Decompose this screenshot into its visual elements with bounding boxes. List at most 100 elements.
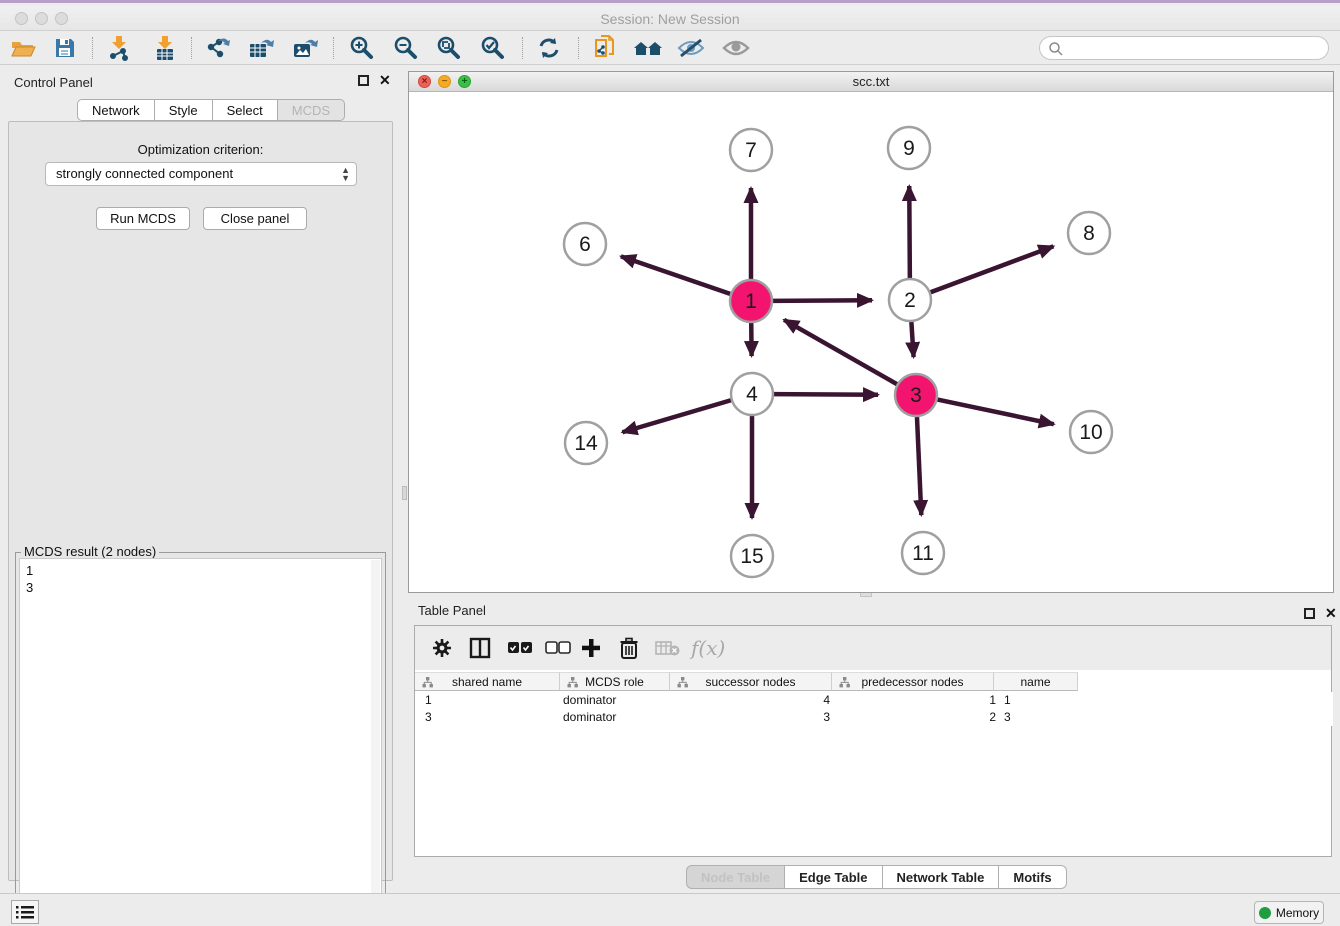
column-header-predecessor-nodes[interactable]: predecessor nodes xyxy=(832,672,994,691)
graph-edge-3-1[interactable] xyxy=(784,320,897,384)
export-table-icon[interactable] xyxy=(246,34,276,62)
mcds-panel: Optimization criterion: strongly connect… xyxy=(8,121,393,881)
vertical-splitter[interactable] xyxy=(401,65,408,893)
tab-network[interactable]: Network xyxy=(77,99,154,121)
dropdown-stepper-icon: ▲▼ xyxy=(341,166,350,182)
graph-edge-4-14[interactable] xyxy=(622,400,730,432)
optimization-criterion-label: Optimization criterion: xyxy=(9,142,392,157)
result-scrollbar[interactable] xyxy=(371,560,380,926)
table-settings-gear-icon[interactable] xyxy=(431,634,453,662)
export-image-icon[interactable] xyxy=(290,34,320,62)
zoom-fit-icon[interactable] xyxy=(434,34,464,62)
float-panel-icon[interactable] xyxy=(358,75,369,86)
control-panel-title: Control Panel xyxy=(14,75,93,90)
network-window-title: scc.txt xyxy=(409,74,1333,89)
cell-successor-nodes[interactable]: 3 xyxy=(670,709,830,726)
toolbar-separator xyxy=(92,37,93,59)
graph-edge-4-3[interactable] xyxy=(774,394,878,395)
task-history-button[interactable] xyxy=(11,900,39,924)
mcds-result-fieldset: MCDS result (2 nodes) 1 3 xyxy=(15,552,386,926)
create-column-plus-icon[interactable] xyxy=(580,634,602,662)
cell-successor-nodes[interactable]: 4 xyxy=(670,692,830,709)
save-session-icon[interactable] xyxy=(50,34,80,62)
sort-icon[interactable] xyxy=(422,677,433,688)
graph-edge-2-3[interactable] xyxy=(911,322,913,357)
cell-shared-name[interactable]: 3 xyxy=(425,709,432,726)
hide-selected-icon[interactable] xyxy=(676,34,706,62)
memory-button[interactable]: Memory xyxy=(1254,901,1324,924)
network-graph-canvas[interactable]: 7968124314101511 xyxy=(409,92,1333,593)
graph-edge-3-10[interactable] xyxy=(938,400,1054,425)
zoom-selected-icon[interactable] xyxy=(478,34,508,62)
graph-node-label: 15 xyxy=(740,545,763,568)
window-title: Session: New Session xyxy=(0,11,1340,27)
graph-edge-1-6[interactable] xyxy=(621,256,730,294)
copy-network-icon[interactable] xyxy=(590,34,620,62)
tab-motifs[interactable]: Motifs xyxy=(998,865,1066,889)
memory-status-icon xyxy=(1259,907,1271,919)
refresh-icon[interactable] xyxy=(534,34,564,62)
mcds-result-text[interactable]: 1 3 xyxy=(19,558,382,926)
column-header-mcds-role[interactable]: MCDS role xyxy=(560,672,670,691)
tab-edge-table[interactable]: Edge Table xyxy=(784,865,881,889)
tab-style[interactable]: Style xyxy=(154,99,212,121)
network-window-titlebar[interactable]: × − + scc.txt xyxy=(409,72,1333,92)
sort-icon[interactable] xyxy=(677,677,688,688)
result-line: 3 xyxy=(26,579,381,596)
graph-edge-2-9[interactable] xyxy=(909,186,910,278)
cell-mcds-role[interactable]: dominator xyxy=(563,709,616,726)
tab-mcds[interactable]: MCDS xyxy=(277,99,345,121)
cell-name[interactable]: 1 xyxy=(1004,692,1011,709)
sort-icon[interactable] xyxy=(839,677,850,688)
graph-node-label: 2 xyxy=(904,289,916,312)
table-row[interactable]: 1 dominator 4 1 1 xyxy=(415,692,1333,709)
float-panel-icon[interactable] xyxy=(1304,608,1315,619)
toggle-column-view-icon[interactable] xyxy=(469,634,491,662)
graph-edge-2-8[interactable] xyxy=(931,246,1054,292)
sort-icon[interactable] xyxy=(567,677,578,688)
graph-edge-3-11[interactable] xyxy=(917,417,921,515)
search-input[interactable] xyxy=(1068,39,1318,57)
graph-edge-1-2[interactable] xyxy=(773,300,872,301)
close-panel-icon[interactable]: ✕ xyxy=(379,75,391,86)
column-header-successor-nodes[interactable]: successor nodes xyxy=(670,672,832,691)
splitter-grip[interactable] xyxy=(402,486,407,500)
criterion-dropdown[interactable]: strongly connected component ▲▼ xyxy=(45,162,357,186)
table-row[interactable]: 3 dominator 3 2 3 xyxy=(415,709,1333,726)
graph-node-label: 14 xyxy=(574,432,598,455)
delete-table-icon[interactable] xyxy=(655,634,681,662)
first-neighbors-icon[interactable] xyxy=(632,34,662,62)
table-panel-title: Table Panel xyxy=(418,603,486,618)
cell-predecessor-nodes[interactable]: 2 xyxy=(833,709,996,726)
graph-node-label: 6 xyxy=(579,233,591,256)
column-header-name[interactable]: name xyxy=(994,672,1078,691)
search-box[interactable] xyxy=(1039,36,1329,60)
cell-predecessor-nodes[interactable]: 1 xyxy=(833,692,996,709)
column-header-shared-name[interactable]: shared name xyxy=(415,672,560,691)
select-all-columns-icon[interactable] xyxy=(507,634,533,662)
close-panel-button[interactable]: Close panel xyxy=(203,207,307,230)
graph-node-label: 3 xyxy=(910,384,922,407)
close-panel-icon[interactable]: ✕ xyxy=(1325,608,1337,619)
delete-column-trash-icon[interactable] xyxy=(619,634,639,662)
cell-shared-name[interactable]: 1 xyxy=(425,692,432,709)
import-table-icon[interactable] xyxy=(150,34,180,62)
tab-select[interactable]: Select xyxy=(212,99,277,121)
title-bar: Session: New Session xyxy=(0,6,1340,31)
export-network-icon[interactable] xyxy=(203,34,233,62)
run-mcds-button[interactable]: Run MCDS xyxy=(96,207,190,230)
show-all-icon[interactable] xyxy=(721,34,751,62)
zoom-out-icon[interactable] xyxy=(391,34,421,62)
function-builder-icon[interactable]: f(x) xyxy=(691,634,725,662)
table-panel-body: f(x) shared name MCDS role successor nod… xyxy=(414,625,1332,857)
cell-mcds-role[interactable]: dominator xyxy=(563,692,616,709)
cell-name[interactable]: 3 xyxy=(1004,709,1011,726)
open-file-icon[interactable] xyxy=(8,34,38,62)
tab-node-table[interactable]: Node Table xyxy=(686,865,784,889)
import-network-icon[interactable] xyxy=(104,34,134,62)
tab-network-table[interactable]: Network Table xyxy=(882,865,999,889)
table-header-row: shared name MCDS role successor nodes pr… xyxy=(415,672,1078,691)
unselect-all-columns-icon[interactable] xyxy=(545,634,571,662)
zoom-in-icon[interactable] xyxy=(347,34,377,62)
mcds-result-title: MCDS result (2 nodes) xyxy=(21,544,159,559)
